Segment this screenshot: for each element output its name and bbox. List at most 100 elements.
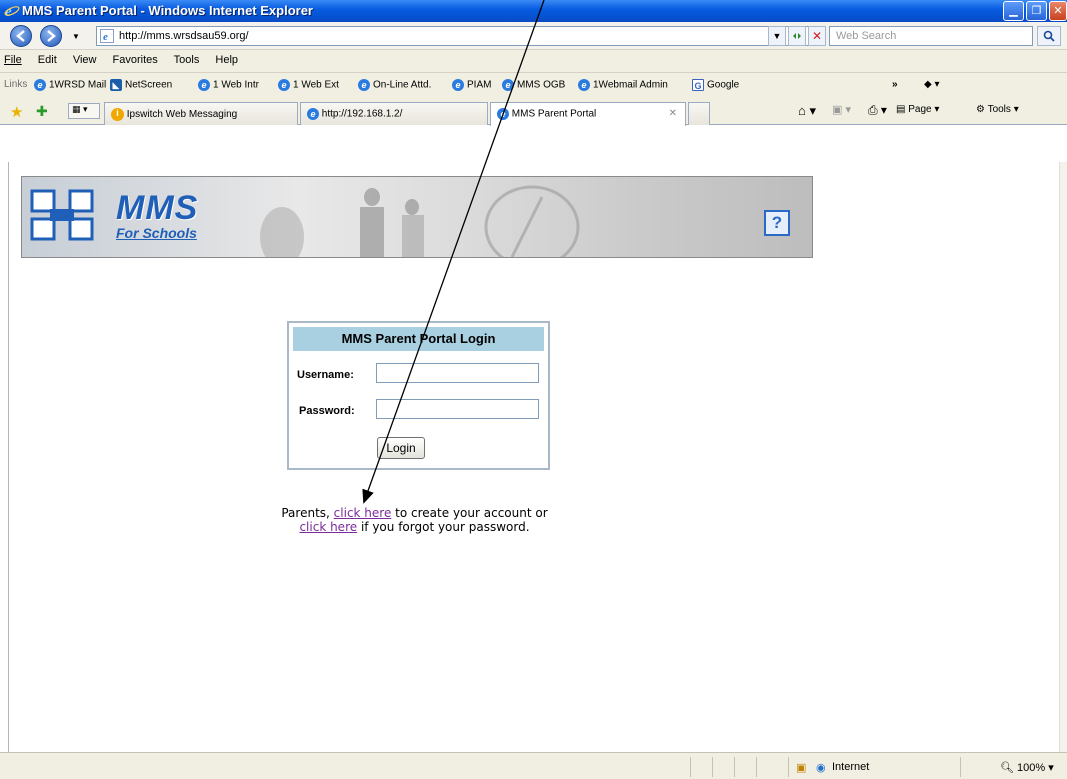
new-tab-button[interactable] [688, 102, 710, 125]
stop-icon: ✕ [811, 29, 823, 43]
account-help-text: Parents, click here to create your accou… [257, 506, 572, 534]
back-arrow-icon [16, 30, 25, 42]
ie-logo-icon: e [4, 3, 20, 20]
links-overflow-button[interactable]: » [892, 79, 898, 90]
forgot-password-link[interactable]: click here [299, 520, 357, 534]
tab-ipswitch[interactable]: i Ipswitch Web Messaging [104, 102, 298, 125]
refresh-icon [793, 33, 801, 39]
stop-button[interactable]: ✕ [808, 26, 826, 46]
vertical-scrollbar[interactable] [1059, 162, 1067, 752]
link-1-web-intr[interactable]: e1 Web Intr [198, 79, 259, 91]
page-icon: e [100, 29, 114, 46]
mms-banner: MMS For Schools [21, 176, 813, 258]
login-button[interactable]: Login [377, 437, 425, 459]
status-divider [734, 757, 735, 777]
ie-page-icon: e [278, 79, 290, 91]
mms-logo-text: MMS [116, 189, 199, 227]
window-titlebar: e MMS Parent Portal - Windows Internet E… [0, 0, 1067, 22]
link-netscreen[interactable]: ◣ NetScreen [110, 79, 172, 91]
ie-page-icon: e [452, 79, 464, 91]
tools-menu-button[interactable]: ⚙ Tools ▾ [976, 104, 1019, 115]
password-field[interactable] [376, 399, 539, 419]
ie-page-icon: e [502, 79, 514, 91]
menu-view[interactable]: View [73, 54, 97, 66]
print-icon[interactable]: ⎙ ▾ [868, 103, 887, 118]
menu-file[interactable]: File [4, 54, 22, 66]
ie-page-icon: e [497, 108, 509, 120]
back-button[interactable] [10, 25, 32, 47]
netscreen-icon: ◣ [110, 79, 122, 91]
add-favorites-icon[interactable]: ✚ [36, 103, 48, 120]
link-label: PIAM [467, 79, 492, 91]
address-toolbar: ▼ e http://mms.wrsdsau59.org/ ▼ ✕ Web Se… [0, 22, 1067, 50]
page-menu-label: Page [908, 104, 932, 115]
tab-mms-parent-portal[interactable]: e MMS Parent Portal ✕ [490, 102, 686, 126]
login-title: MMS Parent Portal Login [293, 327, 544, 351]
login-panel: MMS Parent Portal Login Username: Passwo… [287, 321, 550, 470]
menu-edit[interactable]: Edit [38, 54, 57, 66]
zoom-level: 100% [1017, 762, 1046, 774]
info-icon: i [111, 108, 124, 121]
ie-page-icon: e [198, 79, 210, 91]
search-button[interactable] [1037, 26, 1061, 46]
address-field[interactable]: e http://mms.wrsdsau59.org/ [96, 26, 826, 46]
link-google[interactable]: G Google [692, 79, 739, 91]
minimize-button[interactable]: ▁ [1003, 1, 1024, 21]
menu-tools[interactable]: Tools [174, 54, 200, 66]
link-1wrsd-mail[interactable]: e 1WRSD Mail [34, 79, 106, 91]
recent-pages-dropdown-icon[interactable]: ▼ [72, 32, 80, 41]
link-mms-ogb[interactable]: e MMS OGB [502, 79, 565, 91]
restore-button[interactable]: ❐ [1026, 1, 1047, 21]
banner-photo [260, 185, 580, 257]
password-label: Password: [299, 405, 355, 417]
info-prefix: Parents, [281, 506, 330, 520]
link-label: 1WRSD Mail [49, 79, 107, 91]
link-label: 1 Web Intr [213, 79, 259, 91]
status-divider [690, 757, 691, 777]
search-input[interactable]: Web Search [829, 26, 1033, 46]
link-label: 1Webmail Admin [593, 79, 668, 91]
links-bar: Links e 1WRSD Mail ◣ NetScreen e1 Web Intr… [0, 74, 1067, 98]
ie-page-icon: e [34, 79, 46, 91]
refresh-button[interactable] [788, 26, 806, 46]
status-divider [756, 757, 757, 777]
quick-tabs-button[interactable]: ▦ ▾ [68, 103, 100, 119]
link-1-web-ext[interactable]: e1 Web Ext [278, 79, 339, 91]
tab-bar: ★ ✚ ▦ ▾ i Ipswitch Web Messaging e http:… [0, 98, 1067, 126]
ie-page-icon: e [307, 108, 319, 120]
menu-favorites[interactable]: Favorites [113, 54, 158, 66]
window-title: MMS Parent Portal - Windows Internet Exp… [22, 3, 313, 18]
status-divider [788, 757, 789, 777]
close-tab-icon[interactable]: ✕ [669, 108, 677, 119]
forward-button[interactable] [40, 25, 62, 47]
link-online-attd[interactable]: e On-Line Attd. [358, 79, 431, 91]
feeds-icon[interactable]: ▣ ▾ [832, 103, 851, 116]
search-icon [1043, 30, 1055, 42]
home-icon[interactable]: ⌂ ▾ [798, 103, 816, 119]
svg-text:e: e [103, 31, 108, 43]
info-suffix: if you forgot your password. [360, 520, 530, 534]
username-field[interactable] [376, 363, 539, 383]
link-piam[interactable]: e PIAM [452, 79, 491, 91]
address-dropdown-button[interactable]: ▼ [768, 26, 786, 46]
favorites-star-icon[interactable]: ★ [10, 103, 23, 121]
menu-help[interactable]: Help [215, 54, 238, 66]
tab-label: Ipswitch Web Messaging [126, 109, 238, 121]
close-button[interactable]: ✕ [1049, 1, 1067, 21]
help-button[interactable]: ? [764, 210, 790, 236]
link-label: On-Line Attd. [373, 79, 432, 91]
zoom-button[interactable]: 🔍︎ 100% ▾ [1000, 761, 1054, 774]
ie-page-icon: e [358, 79, 370, 91]
link-1webmail-admin[interactable]: e 1Webmail Admin [578, 79, 668, 91]
mms-logo-icon [30, 189, 94, 241]
google-icon: G [692, 79, 704, 91]
research-icon[interactable]: ◆ ▾ [924, 79, 940, 90]
forward-arrow-icon [47, 30, 56, 42]
url-text: http://mms.wrsdsau59.org/ [119, 30, 249, 42]
info-mid: to create your account or [395, 506, 548, 520]
link-label: Google [707, 79, 740, 91]
page-menu-button[interactable]: ▤ Page ▾ [896, 104, 939, 115]
for-schools-text: For Schools [116, 225, 197, 241]
tab-192-168[interactable]: e http://192.168.1.2/ [300, 102, 488, 125]
create-account-link[interactable]: click here [334, 506, 392, 520]
